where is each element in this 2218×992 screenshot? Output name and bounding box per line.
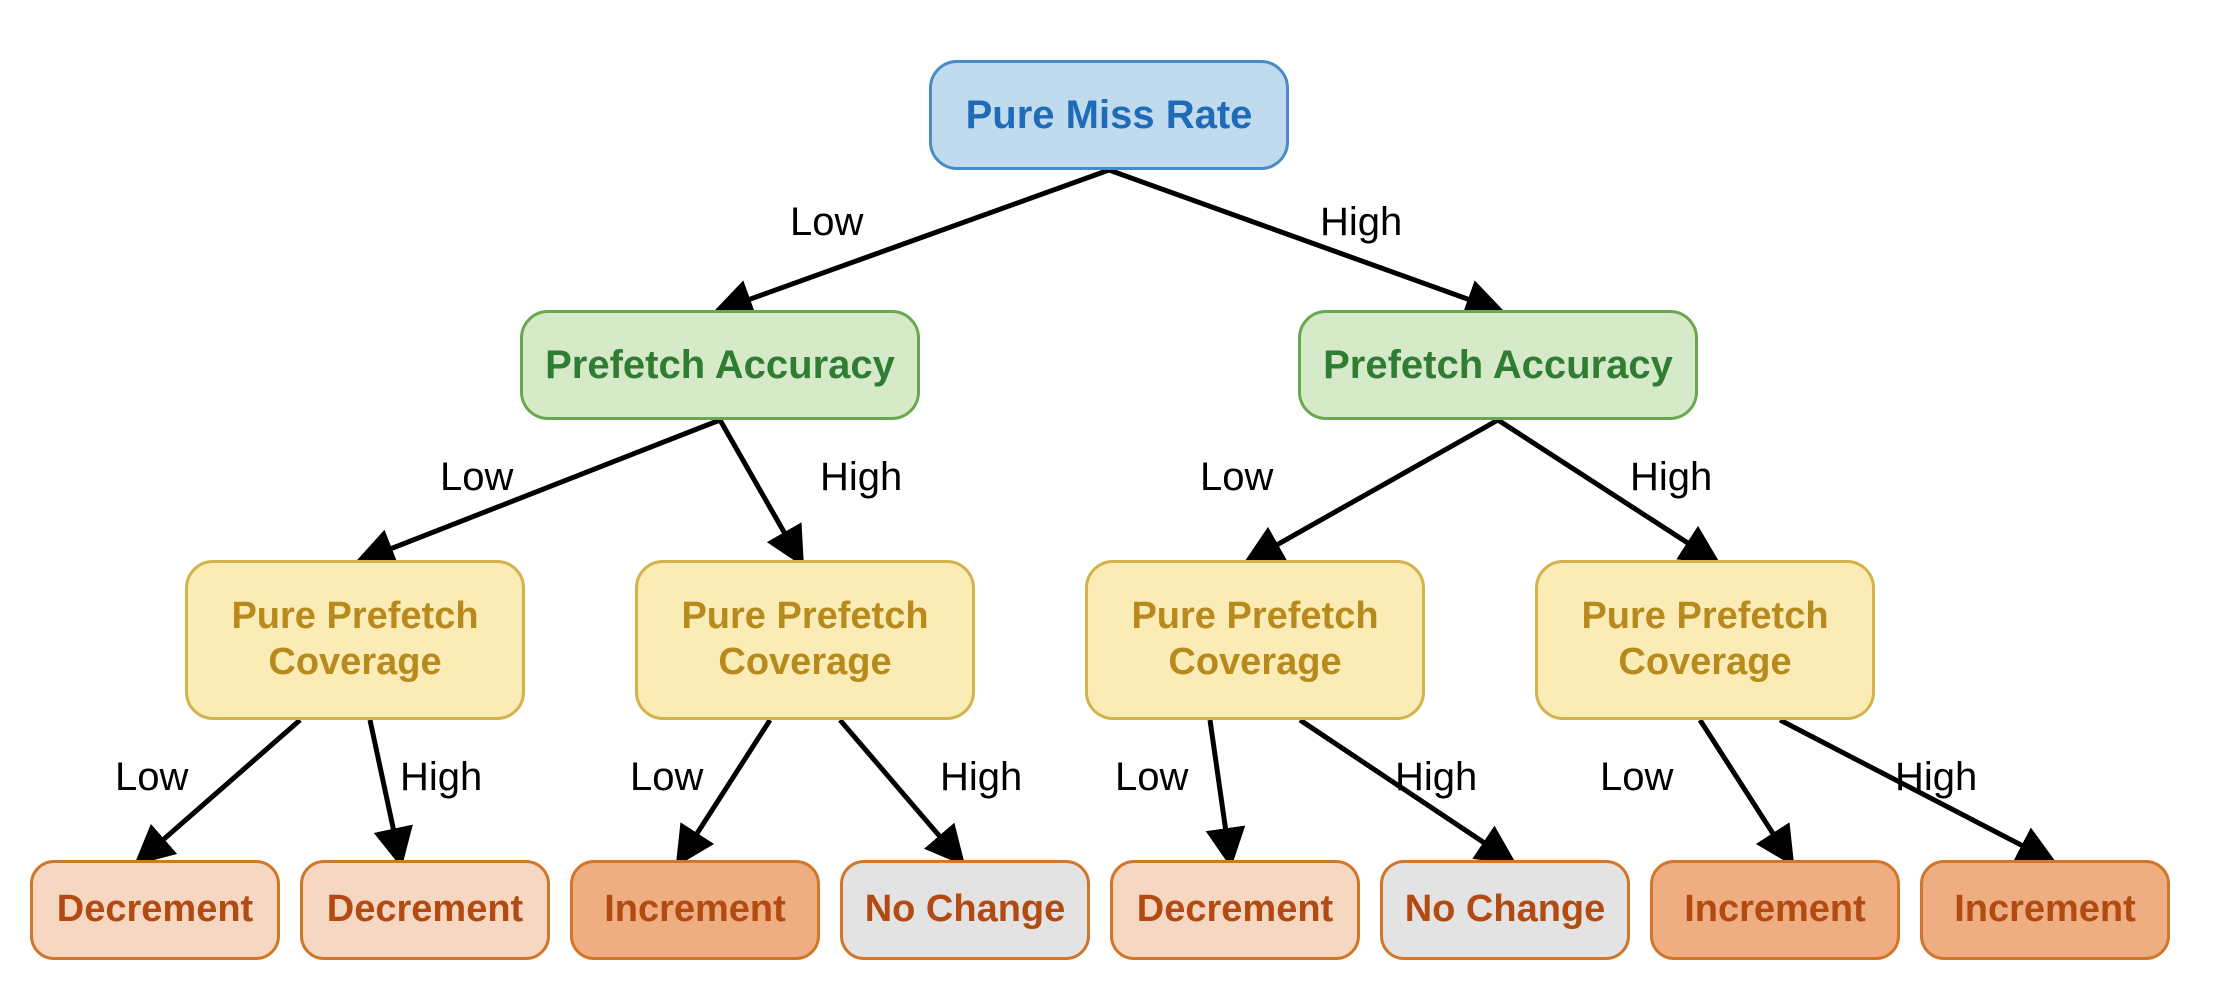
edge-l2l-left: Low <box>440 455 513 500</box>
edge-n0-left: Low <box>115 755 188 800</box>
edge-n1-left: Low <box>630 755 703 800</box>
edge-l2l-right: High <box>820 455 902 500</box>
edge-l2r-right: High <box>1630 455 1712 500</box>
edge-n1-right: High <box>940 755 1022 800</box>
edge-n3-left: Low <box>1600 755 1673 800</box>
leaf-2: Increment <box>570 860 820 960</box>
leaf-4: Decrement <box>1110 860 1360 960</box>
leaf-3: No Change <box>840 860 1090 960</box>
leaf-1: Decrement <box>300 860 550 960</box>
edge-n2-left: Low <box>1115 755 1188 800</box>
edge-root-right: High <box>1320 200 1402 245</box>
l3-n2-node: Pure Prefetch Coverage <box>1085 560 1425 720</box>
leaf-6: Increment <box>1650 860 1900 960</box>
root-node: Pure Miss Rate <box>929 60 1289 170</box>
edge-root-left: Low <box>790 200 863 245</box>
l2-right-node: Prefetch Accuracy <box>1298 310 1698 420</box>
leaf-5: No Change <box>1380 860 1630 960</box>
edge-l2r-left: Low <box>1200 455 1273 500</box>
l3-n1-node: Pure Prefetch Coverage <box>635 560 975 720</box>
edge-n2-right: High <box>1395 755 1477 800</box>
edge-n0-right: High <box>400 755 482 800</box>
l3-n3-node: Pure Prefetch Coverage <box>1535 560 1875 720</box>
l2-left-node: Prefetch Accuracy <box>520 310 920 420</box>
leaf-0: Decrement <box>30 860 280 960</box>
l3-n0-node: Pure Prefetch Coverage <box>185 560 525 720</box>
edge-n3-right: High <box>1895 755 1977 800</box>
leaf-7: Increment <box>1920 860 2170 960</box>
